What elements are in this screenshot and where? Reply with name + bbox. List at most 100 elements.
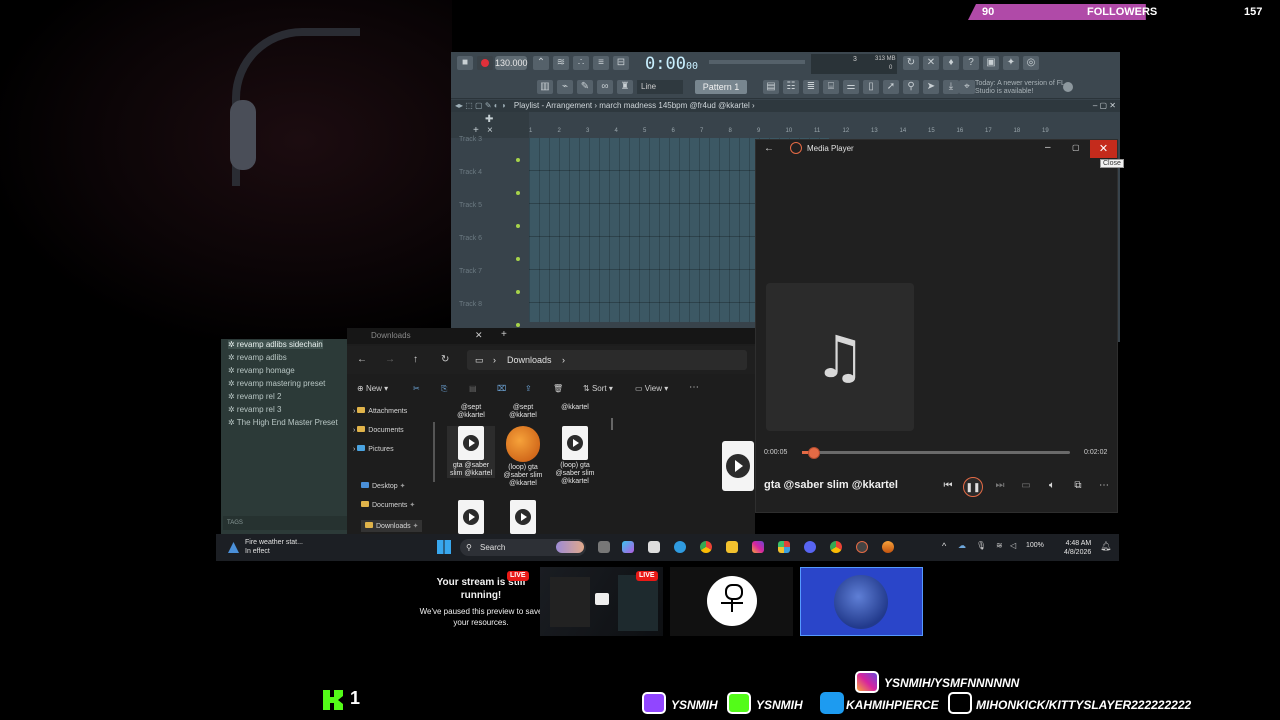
add-track-icon[interactable]: ✚ [485,114,493,125]
chrome-2-icon[interactable] [830,541,842,553]
preset-list-item[interactable]: ✲ revamp rel 3 [228,405,281,414]
file-label-partial[interactable]: @sept @kkartel [447,404,495,420]
draw-icon[interactable]: ✎ [577,80,593,94]
start-icon[interactable] [437,540,451,554]
close-button[interactable]: ✕ [1090,140,1117,158]
task-view-icon[interactable] [598,541,610,553]
back-arrow-icon[interactable]: ← [764,143,774,154]
track-header[interactable]: Track 7 [459,268,523,275]
track-header[interactable]: Track 6 [459,235,523,242]
miniplayer-icon[interactable]: ▭ [1018,478,1034,494]
file-item[interactable] [499,500,547,536]
mixer-icon[interactable]: ≣ [803,80,819,94]
record-button[interactable] [477,56,493,70]
preset-list-item[interactable]: ✲ The High End Master Preset [228,418,338,427]
explorer-tab-title[interactable]: Downloads [371,331,411,340]
preset-list-item[interactable]: ✲ revamp adlibs [228,353,287,362]
track-active-led[interactable] [516,158,520,162]
sort-button[interactable]: ⇅ Sort ▾ [583,384,613,393]
taskbar-search[interactable]: ⚲ Search [460,539,586,556]
weather-alert-icon[interactable] [228,542,239,553]
paste-icon[interactable]: ▤ [469,384,477,393]
preset-list-item[interactable]: ✲ revamp homage [228,366,295,375]
tempo-display[interactable]: 130.000 [495,56,528,70]
share-icon[interactable]: ⇪ [525,384,532,393]
seek-bar[interactable] [802,447,1070,459]
add-icon[interactable]: + [473,125,479,136]
file-label-partial[interactable]: @sept @kkartel [499,404,547,420]
update-news[interactable]: Today: A newer version of FL Studio is a… [975,80,1065,96]
preset-list-item[interactable]: ✲ revamp adlibs sidechain [228,340,323,349]
more-icon[interactable]: ⋯ [689,382,699,393]
view-button[interactable]: ▭ View ▾ [635,384,668,393]
minimize-icon[interactable]: – [1045,142,1051,153]
wait-icon[interactable]: ≋ [553,56,569,70]
delete-icon[interactable]: 🗑︎ [553,384,563,393]
track-header[interactable]: Track 4 [459,169,523,176]
notification-bell-icon[interactable]: 🔔︎ [1100,541,1111,552]
chat-icon[interactable]: ◎ [1023,56,1039,70]
track-active-led[interactable] [516,224,520,228]
snap-select[interactable]: Line [637,80,683,94]
track-header[interactable]: Track 8 [459,301,523,308]
track-active-led[interactable] [516,191,520,195]
up-icon[interactable]: ↑ [413,354,418,365]
track-active-led[interactable] [516,323,520,327]
address-bar[interactable]: ▭ › Downloads › [467,350,747,370]
sidebar-scrollbar[interactable] [433,422,435,482]
pause-button[interactable]: ❚❚ [963,477,983,497]
new-button[interactable]: ⊕ New ▾ [357,384,388,393]
help-icon[interactable]: ? [963,56,979,70]
sidebar-item[interactable]: Downloads ✦ [361,520,423,532]
playlist-window-controls[interactable]: – ▢ ✕ [1093,100,1116,112]
file-item[interactable]: gta @saber slim @kkartel [447,426,495,478]
fl-studio-taskbar-icon[interactable] [882,541,894,553]
slack-icon[interactable] [778,541,790,553]
countdown-icon[interactable]: ∴ [573,56,589,70]
maximize-icon[interactable]: ▢ [1072,143,1080,152]
playlist-tools-icons[interactable]: ◂▸ ⬚ ▢ ✎ ◐ ◑ [455,101,506,110]
loop-icon[interactable]: ⊟ [613,56,629,70]
media-player-taskbar-icon[interactable] [856,541,868,553]
new-tab-icon[interactable]: + [501,329,507,340]
arrow-icon[interactable]: ➚ [883,80,899,94]
preset-list-item[interactable]: ✲ revamp mastering preset [228,379,325,388]
track-header[interactable]: Track 5 [459,202,523,209]
sidebar-item[interactable]: Desktop ✦ [361,482,406,490]
stop-icon[interactable]: ■ [457,56,473,70]
piano-icon[interactable]: ▥ [537,80,553,94]
taskbar-clock[interactable]: 4:48 AM 4/8/2026 [1064,539,1091,557]
preset-list-item[interactable]: ✲ revamp rel 2 [228,392,281,401]
file-item[interactable] [447,500,495,536]
track-header[interactable]: Track 3 [459,136,523,143]
sidebar-item[interactable]: Documents ✦ [361,501,415,509]
volume-tray-icon[interactable]: ◁ [1010,541,1016,550]
download-icon[interactable]: ⤓ [943,80,959,94]
forward-icon[interactable]: → [385,354,395,365]
send-icon[interactable]: ➤ [923,80,939,94]
timeline-ruler[interactable]: 1 2 3 4 5 6 7 8 9 10 11 12 13 14 15 16 17 18 19 [529,128,1119,136]
file-icon[interactable]: ▯ [863,80,879,94]
cut-icon[interactable]: ✂ [413,384,420,393]
link-icon[interactable]: ∞ [597,80,613,94]
battery-percent[interactable]: 100% [1026,542,1044,549]
blend-icon[interactable]: ≡ [593,56,609,70]
weather-widget[interactable]: Fire weather stat... In effect [245,538,303,556]
copilot-icon[interactable] [622,541,634,553]
remove-icon[interactable]: × [487,125,493,136]
track-active-led[interactable] [516,257,520,261]
copy-icon[interactable]: ⎘ [441,384,447,394]
wifi-icon[interactable]: ≋ [996,541,1003,550]
plug-icon[interactable]: ⚲ [903,80,919,94]
sidebar-item[interactable]: › Documents [353,426,404,434]
browser-icon[interactable]: ⌸ [823,80,839,94]
folder-icon[interactable] [726,541,738,553]
dragged-file-icon[interactable] [722,441,754,491]
rename-icon[interactable]: ⌧ [497,384,506,393]
discord-icon[interactable] [804,541,816,553]
back-icon[interactable]: ← [357,354,367,365]
tray-cloud-icon[interactable]: ☁ [958,541,966,550]
metronome-icon[interactable]: ⌃ [533,56,549,70]
pin-icon[interactable]: ⌖ [959,80,975,94]
sidebar-item[interactable]: › Pictures [353,445,394,453]
